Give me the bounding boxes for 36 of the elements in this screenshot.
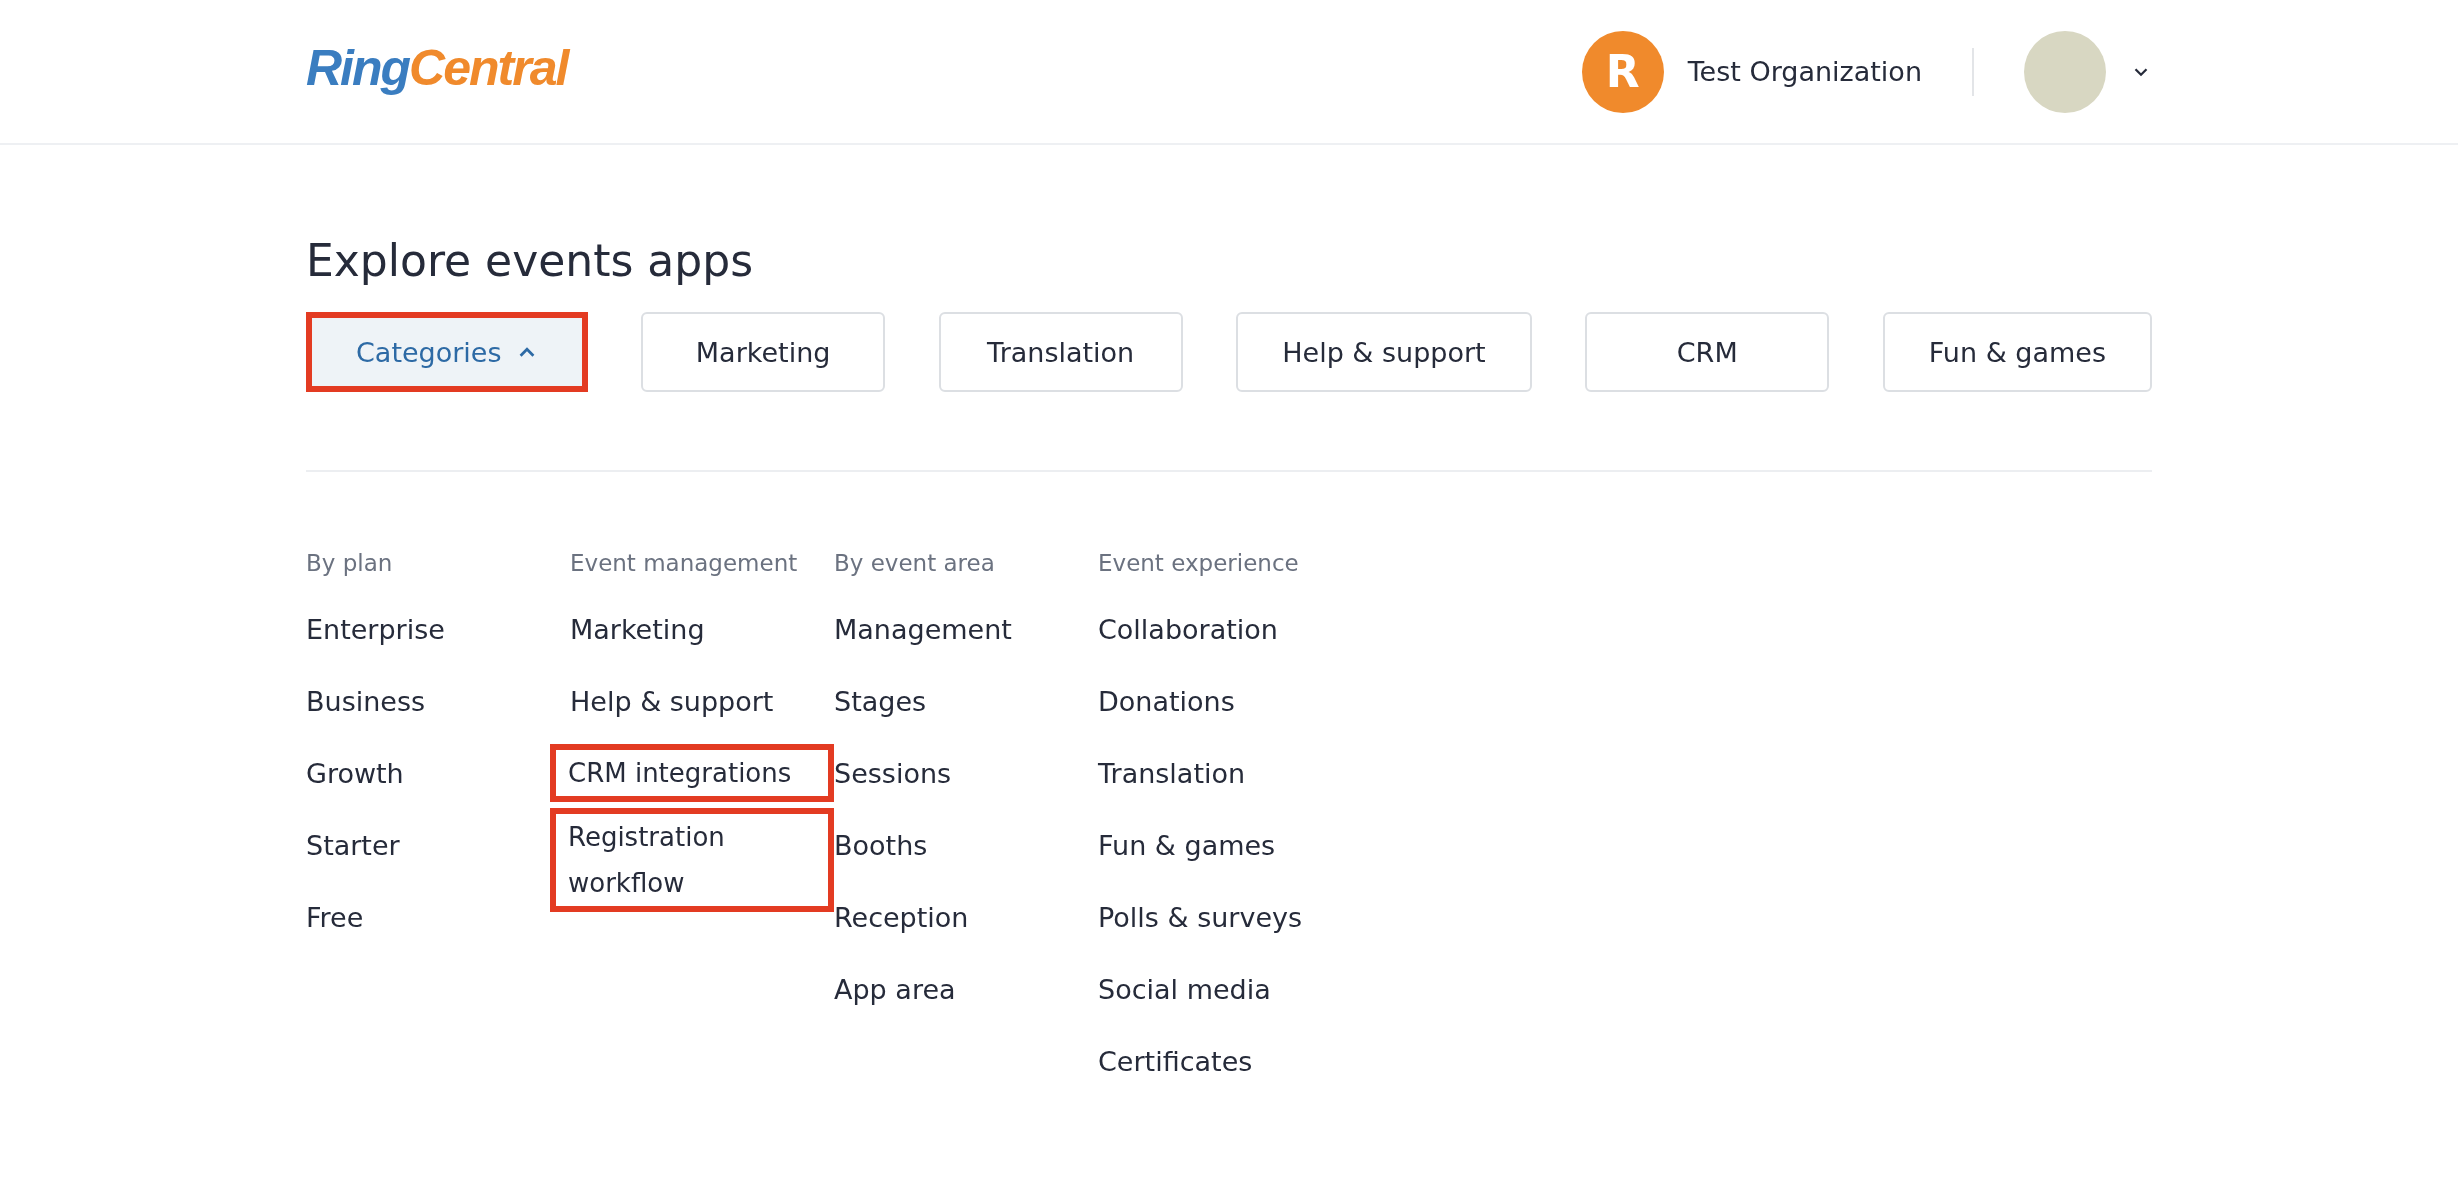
category-link[interactable]: Help & support (570, 678, 774, 726)
filter-chip[interactable]: Translation (938, 312, 1183, 392)
category-link[interactable]: Social media (1098, 966, 1271, 1014)
filter-chip[interactable]: CRM (1585, 312, 1830, 392)
filter-chip[interactable]: Fun & games (1882, 312, 2152, 392)
organization-logo: R (1581, 30, 1664, 113)
organization-name: Test Organization (1687, 56, 1922, 87)
category-link[interactable]: Marketing (570, 606, 705, 654)
category-link[interactable]: Registration workflow (550, 808, 834, 912)
category-link[interactable]: App area (834, 966, 956, 1014)
filter-chip[interactable]: Marketing (641, 312, 886, 392)
category-link[interactable]: Reception (834, 894, 969, 942)
category-heading: By plan (306, 550, 394, 576)
category-heading: By event area (834, 550, 996, 576)
logo[interactable]: RingCentral (306, 38, 568, 97)
category-link[interactable]: Collaboration (1098, 606, 1278, 654)
category-link[interactable]: Growth (306, 750, 404, 798)
category-heading: Event management (570, 550, 799, 576)
category-link[interactable]: Enterprise (306, 606, 445, 654)
category-link[interactable]: Translation (1098, 750, 1246, 798)
category-link[interactable]: Fun & games (1098, 822, 1276, 870)
category-link[interactable]: Donations (1098, 678, 1235, 726)
category-heading: Event experience (1098, 550, 1300, 576)
category-link[interactable]: Starter (306, 822, 400, 870)
category-link[interactable]: Polls & surveys (1098, 894, 1303, 942)
categories-dropdown[interactable]: Categories (306, 312, 588, 392)
category-link[interactable]: Business (306, 678, 426, 726)
category-link[interactable]: Sessions (834, 750, 952, 798)
category-link[interactable]: Certificates (1098, 1038, 1253, 1086)
category-link[interactable]: Free (306, 894, 364, 942)
filter-chip[interactable]: Help & support (1236, 312, 1532, 392)
page-title: Explore events apps (306, 235, 755, 286)
category-link[interactable]: Booths (834, 822, 928, 870)
category-link[interactable]: Management (834, 606, 1012, 654)
category-link[interactable]: CRM integrations (550, 744, 834, 802)
category-link[interactable]: Stages (834, 678, 927, 726)
